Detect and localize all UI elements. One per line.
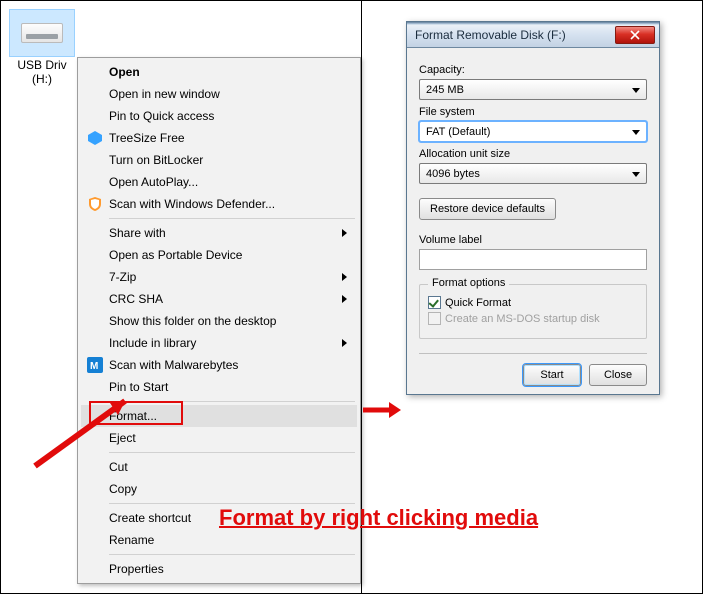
button-label: Close xyxy=(604,369,632,381)
menu-label: Copy xyxy=(109,482,137,496)
malwarebytes-icon: M xyxy=(87,357,103,373)
menu-label: Open in new window xyxy=(109,87,220,101)
format-dialog: Format Removable Disk (F:) Capacity: 245… xyxy=(406,21,660,395)
menu-include-library[interactable]: Include in library xyxy=(81,332,357,354)
menu-label: CRC SHA xyxy=(109,292,163,306)
menu-separator xyxy=(109,218,355,219)
menu-label: Cut xyxy=(109,460,128,474)
start-button[interactable]: Start xyxy=(523,364,581,386)
menu-open[interactable]: Open xyxy=(81,61,357,83)
menu-open-new-window[interactable]: Open in new window xyxy=(81,83,357,105)
menu-bitlocker[interactable]: Turn on BitLocker xyxy=(81,149,357,171)
menu-label: Format... xyxy=(109,409,157,423)
close-icon xyxy=(630,30,640,40)
treesize-icon xyxy=(87,130,103,146)
menu-label: Open AutoPlay... xyxy=(109,175,198,189)
dialog-separator xyxy=(419,353,647,354)
menu-label: 7-Zip xyxy=(109,270,136,284)
allocation-size-label: Allocation unit size xyxy=(419,148,647,160)
menu-label: Open as Portable Device xyxy=(109,248,242,262)
restore-defaults-button[interactable]: Restore device defaults xyxy=(419,198,556,220)
quick-format-label: Quick Format xyxy=(445,297,511,309)
menu-label: Include in library xyxy=(109,336,196,350)
menu-pin-quick-access[interactable]: Pin to Quick access xyxy=(81,105,357,127)
svg-text:M: M xyxy=(90,361,98,372)
capacity-label: Capacity: xyxy=(419,64,647,76)
volume-label-label: Volume label xyxy=(419,234,647,246)
combo-value: 4096 bytes xyxy=(426,168,480,180)
menu-label: Scan with Windows Defender... xyxy=(109,197,275,211)
dialog-title: Format Removable Disk (F:) xyxy=(415,28,615,42)
menu-rename[interactable]: Rename xyxy=(81,529,357,551)
menu-share-with[interactable]: Share with xyxy=(81,222,357,244)
msdos-label: Create an MS-DOS startup disk xyxy=(445,313,600,325)
menu-label: Pin to Start xyxy=(109,380,168,394)
volume-label-input[interactable] xyxy=(419,249,647,270)
menu-separator xyxy=(109,401,355,402)
menu-treesize[interactable]: TreeSize Free xyxy=(81,127,357,149)
format-options-group: Format options Quick Format Create an MS… xyxy=(419,284,647,339)
drive-label: USB Driv(H:) xyxy=(9,59,75,87)
menu-label: Share with xyxy=(109,226,166,240)
arrow-right-icon xyxy=(361,398,401,422)
button-label: Start xyxy=(540,369,563,381)
close-button-footer[interactable]: Close xyxy=(589,364,647,386)
close-button[interactable] xyxy=(615,26,655,44)
menu-separator xyxy=(109,452,355,453)
allocation-size-combobox[interactable]: 4096 bytes xyxy=(419,163,647,184)
menu-label: Eject xyxy=(109,431,136,445)
menu-label: Open xyxy=(109,65,140,79)
menu-portable-device[interactable]: Open as Portable Device xyxy=(81,244,357,266)
combo-value: FAT (Default) xyxy=(426,126,490,138)
group-title: Format options xyxy=(428,277,509,289)
button-label: Restore device defaults xyxy=(430,203,545,215)
usb-drive-icon[interactable]: USB Driv(H:) xyxy=(9,9,75,87)
menu-defender[interactable]: Scan with Windows Defender... xyxy=(81,193,357,215)
menu-pin-start[interactable]: Pin to Start xyxy=(81,376,357,398)
menu-separator xyxy=(109,503,355,504)
quick-format-checkbox[interactable] xyxy=(428,296,441,309)
menu-show-folder-desktop[interactable]: Show this folder on the desktop xyxy=(81,310,357,332)
file-system-label: File system xyxy=(419,106,647,118)
menu-crc-sha[interactable]: CRC SHA xyxy=(81,288,357,310)
menu-format[interactable]: Format... xyxy=(81,405,357,427)
menu-label: Turn on BitLocker xyxy=(109,153,203,167)
combo-value: 245 MB xyxy=(426,84,464,96)
menu-label: Pin to Quick access xyxy=(109,109,214,123)
menu-label: TreeSize Free xyxy=(109,131,185,145)
menu-malwarebytes[interactable]: M Scan with Malwarebytes xyxy=(81,354,357,376)
drive-icon xyxy=(9,9,75,57)
menu-7zip[interactable]: 7-Zip xyxy=(81,266,357,288)
dialog-titlebar[interactable]: Format Removable Disk (F:) xyxy=(407,22,659,48)
menu-label: Create shortcut xyxy=(109,511,191,525)
menu-properties[interactable]: Properties xyxy=(81,558,357,580)
shield-icon xyxy=(87,196,103,212)
menu-label: Rename xyxy=(109,533,154,547)
menu-label: Properties xyxy=(109,562,164,576)
canvas: { "drive": { "label": "USB Driv\n(H:)" }… xyxy=(0,0,703,594)
menu-copy[interactable]: Copy xyxy=(81,478,357,500)
menu-eject[interactable]: Eject xyxy=(81,427,357,449)
menu-label: Scan with Malwarebytes xyxy=(109,358,238,372)
msdos-checkbox xyxy=(428,312,441,325)
menu-separator xyxy=(109,554,355,555)
menu-autoplay[interactable]: Open AutoPlay... xyxy=(81,171,357,193)
menu-cut[interactable]: Cut xyxy=(81,456,357,478)
caption-text: Format by right clicking media xyxy=(219,505,538,531)
menu-label: Show this folder on the desktop xyxy=(109,314,276,328)
capacity-combobox[interactable]: 245 MB xyxy=(419,79,647,100)
file-system-combobox[interactable]: FAT (Default) xyxy=(419,121,647,142)
